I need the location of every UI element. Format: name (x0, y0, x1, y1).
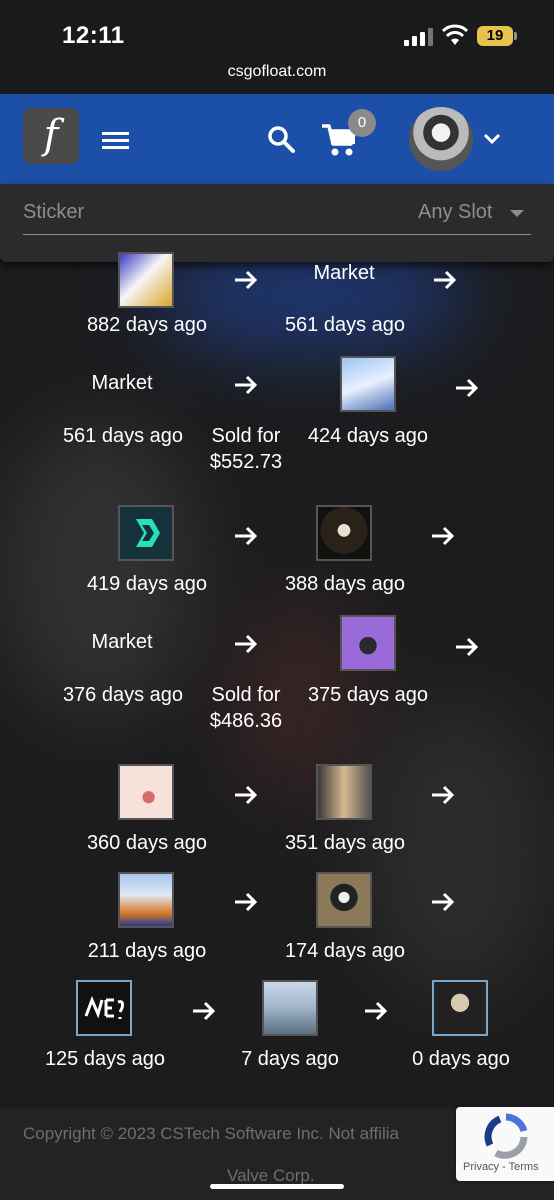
filter-panel-cover (0, 262, 554, 272)
wifi-icon (442, 24, 468, 45)
status-time: 12:11 (62, 22, 125, 49)
sticker-filter-panel: Sticker Any Slot (0, 184, 554, 262)
owner-avatar[interactable] (76, 980, 132, 1036)
recaptcha-links[interactable]: Privacy - Terms (463, 1161, 539, 1173)
arrow-right-icon (234, 785, 258, 805)
filter-underline (23, 234, 531, 235)
owner-avatar[interactable] (262, 980, 318, 1036)
owner-avatar[interactable] (118, 505, 174, 561)
arrow-right-icon (364, 1001, 388, 1021)
arrow-right-icon (455, 378, 479, 398)
arrow-right-icon (234, 634, 258, 654)
owner-avatar[interactable] (432, 980, 488, 1036)
owner-avatar[interactable] (118, 872, 174, 928)
dropdown-caret-icon[interactable] (510, 210, 524, 217)
sold-price: $552.73 (209, 451, 283, 473)
sold-price: $486.36 (209, 710, 283, 732)
menu-icon[interactable] (102, 132, 129, 150)
arrow-right-icon (431, 526, 455, 546)
status-bar: 12:11 19 (0, 0, 554, 62)
days-ago-label: 7 days ago (241, 1048, 339, 1070)
search-icon[interactable] (266, 124, 296, 154)
owner-avatar[interactable] (118, 764, 174, 820)
days-ago-label: 174 days ago (284, 940, 406, 962)
owner-avatar[interactable] (340, 615, 396, 671)
days-ago-label: 376 days ago (62, 684, 184, 706)
home-indicator[interactable] (210, 1184, 344, 1189)
chevron-down-icon[interactable] (483, 133, 501, 145)
market-label: Market (91, 372, 153, 394)
arrow-right-icon (234, 526, 258, 546)
cellular-signal-icon (404, 28, 434, 46)
days-ago-label: 125 days ago (44, 1048, 166, 1070)
arrow-right-icon (455, 637, 479, 657)
arrow-right-icon (433, 270, 457, 290)
valve-text: Valve Corp. (227, 1166, 315, 1185)
market-label: Market (91, 631, 153, 653)
owner-avatar[interactable] (118, 252, 174, 308)
slot-select[interactable]: Any Slot (418, 201, 492, 224)
days-ago-label: 360 days ago (86, 832, 208, 854)
copyright-text: Copyright © 2023 CSTech Software Inc. No… (23, 1124, 400, 1143)
days-ago-label: 882 days ago (86, 314, 208, 336)
sticker-input[interactable]: Sticker (23, 201, 84, 224)
days-ago-label: 561 days ago (284, 314, 406, 336)
owner-avatar[interactable] (340, 356, 396, 412)
arrow-right-icon (234, 270, 258, 290)
csgofloat-logo[interactable]: f (23, 108, 79, 164)
user-avatar[interactable] (409, 107, 473, 171)
days-ago-label: 388 days ago (284, 573, 406, 595)
arrow-right-icon (431, 785, 455, 805)
recaptcha-icon (484, 1113, 528, 1159)
cart-count-badge: 0 (348, 109, 376, 137)
days-ago-label: 424 days ago (307, 425, 429, 447)
arrow-right-icon (192, 1001, 216, 1021)
sold-for-label: Sold for (211, 425, 281, 447)
arrow-right-icon (234, 892, 258, 912)
owner-avatar[interactable] (316, 872, 372, 928)
owner-avatar[interactable] (316, 505, 372, 561)
days-ago-label: 561 days ago (62, 425, 184, 447)
battery-icon: 19 (477, 26, 517, 46)
arrow-right-icon (234, 375, 258, 395)
url-text: csgofloat.com (227, 63, 327, 80)
sold-for-label: Sold for (211, 684, 281, 706)
days-ago-label: 351 days ago (284, 832, 406, 854)
days-ago-label: 375 days ago (307, 684, 429, 706)
owner-avatar[interactable] (316, 764, 372, 820)
days-ago-label: 0 days ago (412, 1048, 510, 1070)
arrow-right-icon (431, 892, 455, 912)
address-bar[interactable]: csgofloat.com (0, 55, 554, 93)
days-ago-label: 419 days ago (86, 573, 208, 595)
days-ago-label: 211 days ago (87, 940, 207, 962)
